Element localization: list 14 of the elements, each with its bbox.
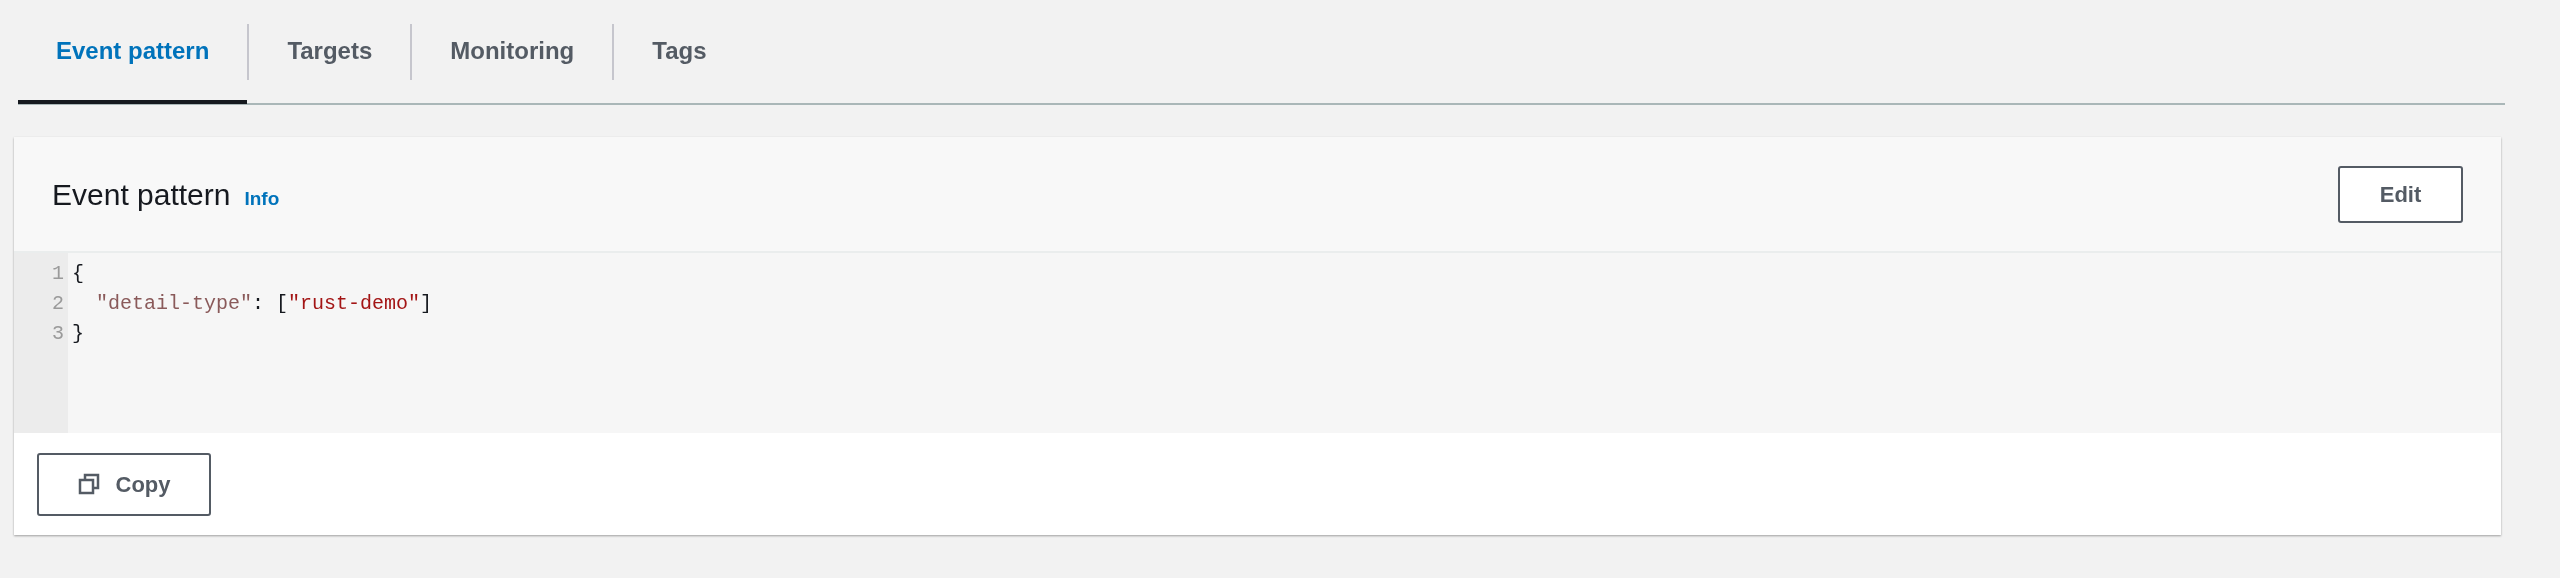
copy-icon (77, 473, 100, 495)
panel-title: Event pattern (52, 176, 231, 213)
info-link[interactable]: Info (244, 184, 280, 213)
line-number: 1 (52, 261, 64, 287)
code-line: } (72, 321, 85, 347)
tab[interactable]: Tags (614, 1, 745, 104)
line-number: 2 (52, 291, 64, 317)
code-line: "detail-type": ["rust-demo"] (95, 291, 433, 317)
copy-button[interactable]: Copy (37, 452, 211, 516)
edit-button[interactable]: Edit (2338, 165, 2463, 223)
code-line: { (72, 261, 85, 287)
tab[interactable]: Targets (249, 1, 411, 104)
tab[interactable]: Monitoring (412, 1, 613, 104)
line-number: 3 (52, 321, 64, 347)
